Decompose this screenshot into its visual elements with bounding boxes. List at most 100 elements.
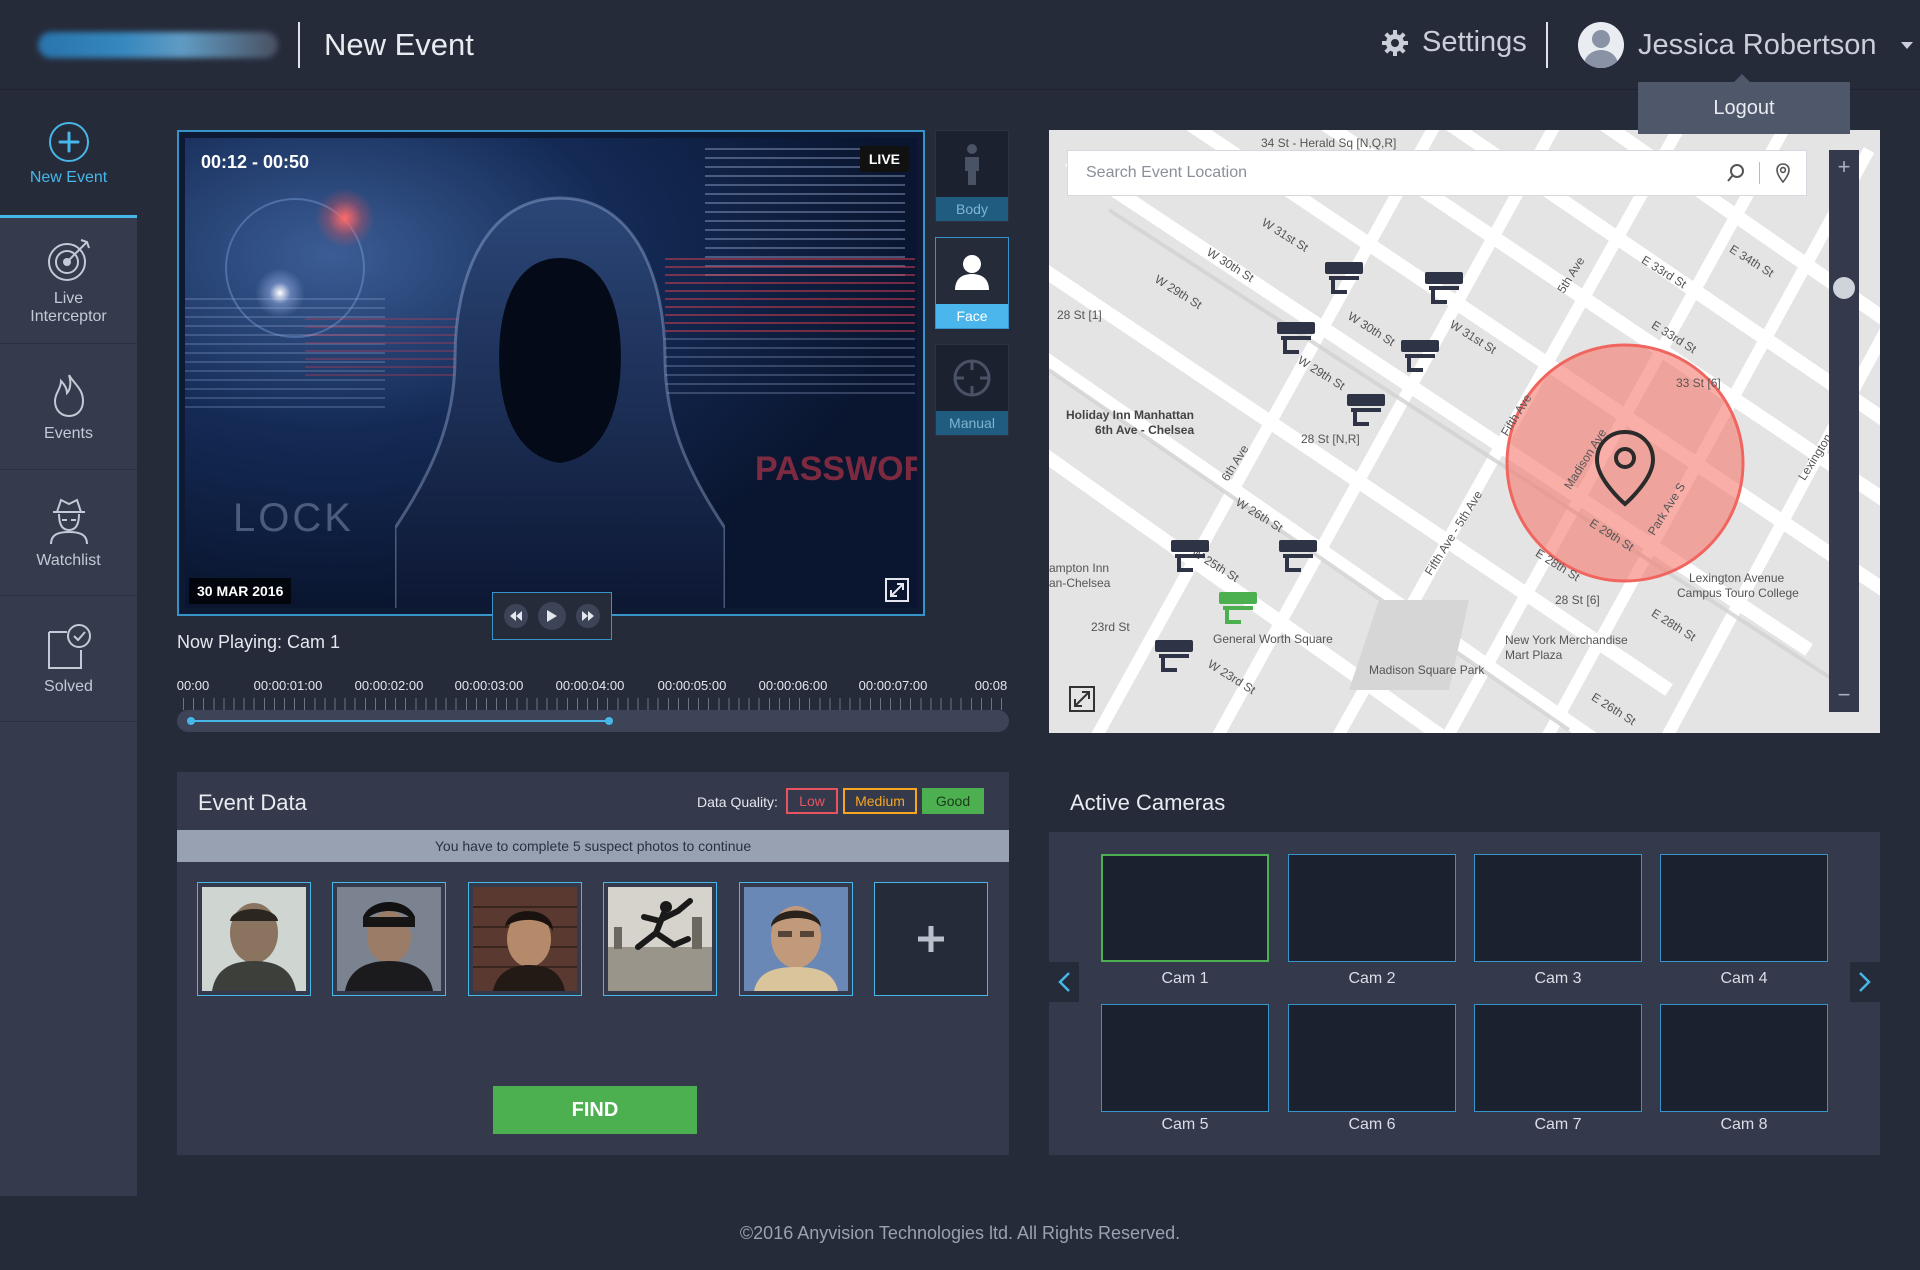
suspect-photos-notice: You have to complete 5 suspect photos to… [177, 830, 1009, 862]
brand-logo[interactable] [38, 32, 278, 58]
check-document-icon [47, 623, 91, 669]
event-data-title: Event Data [198, 790, 307, 815]
map-zoom-slider[interactable]: + − [1829, 150, 1859, 712]
locate-button[interactable] [1760, 151, 1806, 195]
zoom-out-button[interactable]: − [1829, 680, 1859, 710]
camera-tile-1[interactable] [1101, 854, 1269, 962]
page-title: New Event [324, 27, 474, 62]
timeline-label: 00:00:06:00 [758, 678, 828, 693]
timeline-label: 00:00:01:00 [253, 678, 323, 693]
zoom-in-button[interactable]: + [1829, 152, 1859, 182]
timeline-start-handle[interactable] [187, 717, 195, 725]
expand-icon[interactable] [1069, 686, 1095, 712]
logout-button[interactable]: Logout [1638, 74, 1850, 134]
sidebar-item-events[interactable]: Events [0, 344, 137, 470]
copyright-text: ©2016 Anyvision Technologies ltd. All Ri… [739, 1222, 1181, 1243]
rewind-icon [510, 611, 522, 621]
live-badge: LIVE [859, 146, 909, 172]
location-pin-icon [1776, 163, 1790, 183]
timeline-label: 00:00:04:00 [555, 678, 625, 693]
suspect-photo-1[interactable] [197, 882, 311, 996]
expand-icon[interactable] [885, 578, 909, 602]
find-button[interactable]: FIND [493, 1086, 697, 1134]
play-button[interactable] [538, 602, 566, 630]
search-button[interactable] [1713, 151, 1759, 195]
rewind-button[interactable] [504, 604, 528, 628]
caret-down-icon [1900, 41, 1913, 49]
flame-icon [53, 373, 84, 417]
suspect-photo-4[interactable] [603, 882, 717, 996]
sidebar-item-live-interceptor[interactable]: Live Interceptor [0, 218, 137, 344]
add-photo-button[interactable] [874, 882, 988, 996]
timeline-ticks [183, 698, 1003, 710]
mode-label: Manual [936, 411, 1008, 435]
quality-medium-badge[interactable]: Medium [843, 788, 917, 814]
event-data-panel: Event Data Data Quality: Low Medium Good… [177, 772, 1009, 1155]
mode-face-button[interactable]: Face [935, 237, 1009, 329]
timeline-end-handle[interactable] [605, 717, 613, 725]
camera-tile-2[interactable] [1288, 854, 1456, 962]
data-quality-label: Data Quality: [697, 794, 778, 810]
app-header: New Event Settings Jessica Robertson [0, 0, 1920, 90]
mode-label: Face [936, 304, 1008, 328]
timeline-label: 00:00 [176, 678, 210, 693]
sidebar-item-label: New Event [29, 168, 108, 186]
camera-tile-7[interactable] [1474, 1004, 1642, 1112]
camera-tile-8[interactable] [1660, 1004, 1828, 1112]
map-search-bar [1067, 150, 1807, 196]
sidebar-item-label: Live Interceptor [30, 289, 107, 325]
search-event-location-input[interactable] [1068, 151, 1713, 195]
mode-body-button[interactable]: Body [935, 130, 1009, 222]
suspect-running-image [608, 887, 712, 991]
chevron-left-icon [1058, 972, 1070, 992]
sidebar-item-watchlist[interactable]: Watchlist [0, 470, 137, 596]
chevron-right-icon [1859, 972, 1871, 992]
suspect-photo-3[interactable] [468, 882, 582, 996]
quality-low-badge[interactable]: Low [786, 788, 838, 814]
spy-icon [49, 498, 88, 544]
sidebar-item-label: Solved [44, 677, 93, 695]
sidebar-item-label: Watchlist [36, 551, 101, 569]
timeline-progress [191, 720, 609, 722]
timeline-scrubber[interactable] [177, 710, 1009, 732]
header-divider [298, 22, 300, 68]
timeline-label: 00:00:03:00 [454, 678, 524, 693]
video-player[interactable]: LOCK PASSWORD 00:12 - 00:50 LIVE 30 MAR … [177, 130, 925, 616]
zoom-handle[interactable] [1833, 277, 1855, 299]
camera-label: Cam 2 [1348, 970, 1396, 987]
suspect-photo-5[interactable] [739, 882, 853, 996]
camera-label: Cam 8 [1720, 1116, 1768, 1133]
camera-markers [1153, 260, 1656, 672]
video-time-range: 00:12 - 00:50 [201, 152, 310, 172]
gear-icon [1382, 29, 1408, 56]
sidebar-item-new-event[interactable]: New Event [0, 92, 137, 218]
active-cameras-header: Active Cameras [1049, 772, 1880, 832]
fast-forward-button[interactable] [576, 604, 600, 628]
settings-button[interactable]: Settings [1380, 26, 1527, 59]
play-icon [547, 610, 557, 622]
body-icon [965, 144, 979, 185]
cameras-next-button[interactable] [1850, 962, 1880, 1002]
user-name: Jessica Robertson [1638, 28, 1877, 61]
suspect-photo-2[interactable] [332, 882, 446, 996]
camera-tile-5[interactable] [1101, 1004, 1269, 1112]
face-icon [955, 255, 989, 290]
sidebar: New Event Live Interceptor Events Watchl… [0, 92, 137, 1196]
camera-tile-3[interactable] [1474, 854, 1642, 962]
user-menu[interactable]: Jessica Robertson [1578, 22, 1913, 68]
video-feed: LOCK PASSWORD [185, 138, 917, 608]
event-map[interactable]: 34 St - Herald Sq [N,Q,R] W 31st St W 30… [1049, 130, 1880, 733]
camera-tile-4[interactable] [1660, 854, 1828, 962]
camera-label: Cam 4 [1720, 970, 1768, 987]
timeline-label: 00:00:07:00 [858, 678, 928, 693]
camera-tile-6[interactable] [1288, 1004, 1456, 1112]
camera-label: Cam 7 [1534, 1116, 1582, 1133]
video-overlay-text: PASSWORD [755, 450, 917, 488]
quality-good-badge[interactable]: Good [922, 788, 984, 814]
cameras-prev-button[interactable] [1049, 962, 1079, 1002]
footer: ©2016 Anyvision Technologies ltd. All Ri… [0, 1196, 1920, 1270]
suspect-face-image [473, 887, 577, 991]
mode-manual-button[interactable]: Manual [935, 344, 1009, 436]
timeline-label: 00:00:02:00 [354, 678, 424, 693]
sidebar-item-solved[interactable]: Solved [0, 596, 137, 722]
